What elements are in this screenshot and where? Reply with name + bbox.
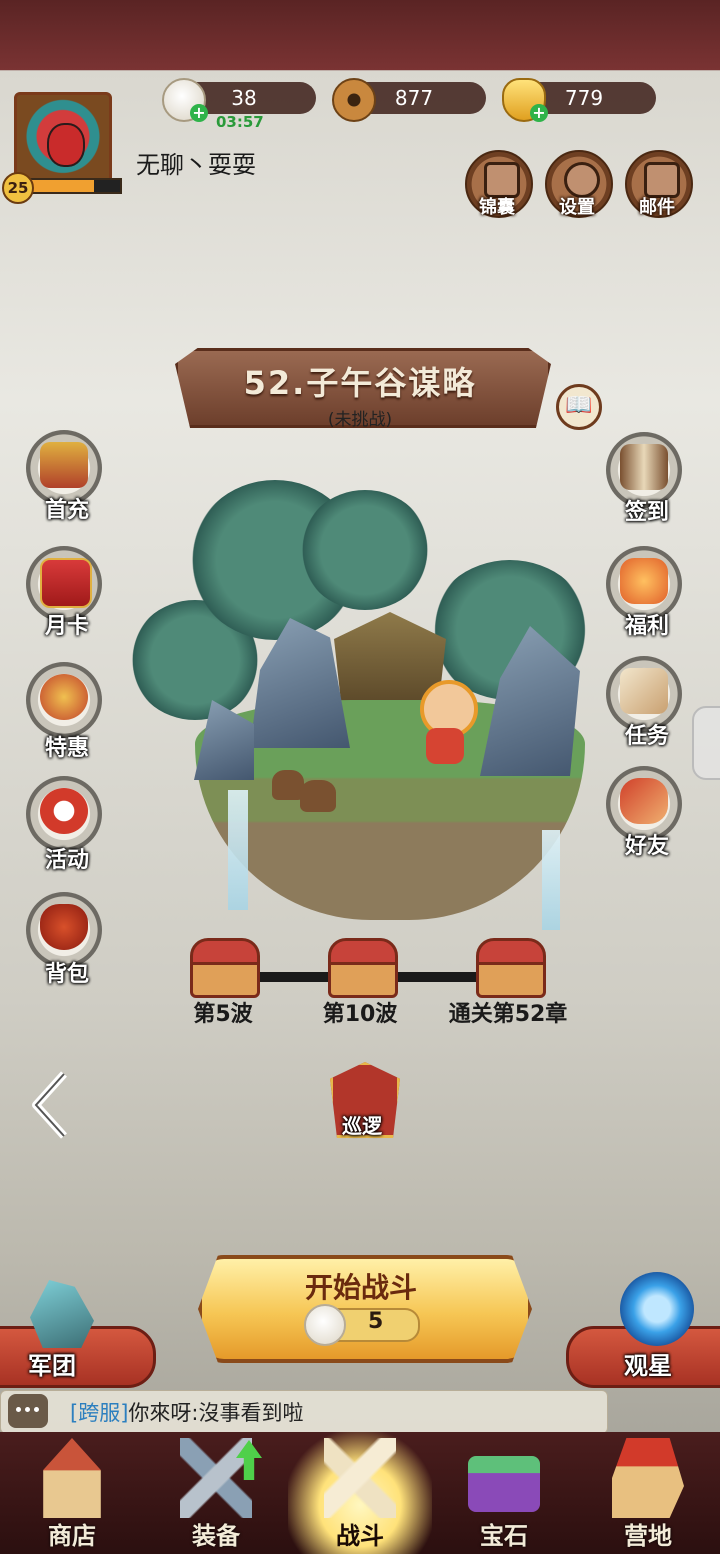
wave-5-label: 第5波 [193,1002,253,1027]
avatar-portrait [47,123,85,167]
nav-shop[interactable]: 商店 [0,1432,144,1554]
steamed-bun-icon [304,1304,346,1346]
hero-body [426,728,464,764]
add-stamina-icon[interactable]: + [190,104,208,122]
equipment-icon [180,1438,252,1518]
monthly-card-label: 月卡 [44,613,89,639]
welfare-label: 福利 [624,613,669,639]
previous-chapter-arrow-icon[interactable] [30,1070,70,1140]
wave-5-chest[interactable] [190,938,260,998]
nav-battle-label: 战斗 [336,1521,384,1550]
xp-bar-fill [28,180,95,192]
wave-10-label: 第10波 [322,1002,398,1027]
special-offer-label: 特惠 [44,735,89,761]
start-battle-label: 开始战斗 [304,1271,417,1304]
add-gold-icon[interactable]: + [530,104,548,122]
friends-label: 好友 [624,833,669,859]
events-button[interactable] [26,776,102,852]
waterfall [228,790,248,910]
nav-gems[interactable]: 宝石 [432,1432,576,1554]
chat-message: [跨服]你來呀:沒事看到啦 [70,1397,303,1427]
patrol-label: 巡逻 [342,1114,382,1138]
legion-label: 军团 [28,1351,76,1380]
stargazing-label: 观星 [624,1351,672,1380]
chapter-clear-label: 通关第52章 [448,1002,568,1027]
chat-channel: [跨服] [70,1401,129,1425]
hero-character[interactable] [414,680,478,768]
nav-shop-label: 商店 [48,1521,96,1550]
lantern-icon [620,558,668,604]
bamboo-tree [300,490,430,610]
treasure-chest-icon [40,442,88,488]
quill-paper-icon [620,668,668,714]
player-level-badge: 25 [2,172,34,204]
first-recharge-label: 首充 [44,497,89,523]
mail-label: 邮件 [639,197,675,218]
stage-status: (未挑战) [327,410,393,430]
stage-info-book-icon[interactable]: 📖 [556,384,602,430]
gold-value: 779 [564,86,604,110]
scroll-icon [620,444,668,490]
special-offer-button[interactable] [26,662,102,738]
top-bar [0,0,720,70]
gem-chest-icon [468,1456,540,1512]
nav-camp[interactable]: 营地 [576,1432,720,1554]
lantern-drum-icon [40,788,88,834]
stamina-value: 38 [231,86,257,110]
stage-title: 52.子午谷谋略 [243,364,477,402]
crystal-icon [30,1280,94,1348]
stamina-timer: 03:57 [216,113,264,131]
chapter-clear-chest[interactable] [476,938,546,998]
backpack-label: 背包 [44,961,89,987]
nav-equipment-label: 装备 [192,1521,240,1550]
handshake-icon [620,778,668,824]
chat-bubble-icon[interactable] [8,1394,48,1428]
battle-cost-value: 5 [368,1309,384,1334]
nav-camp-label: 营地 [624,1521,672,1550]
nav-gems-label: 宝石 [480,1521,528,1550]
wave-10-chest[interactable] [328,938,398,998]
coin-value: 877 [394,86,434,110]
shop-icon [43,1438,101,1518]
steamed-bun-icon: + [162,78,208,122]
side-drawer-tab[interactable] [692,706,720,780]
crossed-sabers-icon [324,1438,396,1518]
xp-bar [26,178,122,194]
gold-ingot-icon: + [502,78,548,122]
chat-text: 你來呀:沒事看到啦 [128,1401,304,1425]
star-orb-icon [620,1272,694,1346]
coin-bag-icon [40,674,88,720]
nav-equipment[interactable]: 装备 [144,1432,288,1554]
scroll-bag-label: 锦囊 [479,197,515,218]
camp-flag-icon [612,1438,684,1518]
player-name: 无聊丶耍耍 [136,151,256,179]
settings-label: 设置 [559,197,595,218]
horse-figure [300,780,336,812]
events-label: 活动 [44,847,89,873]
waterfall [542,830,560,930]
copper-coin-icon [332,78,376,122]
red-envelope-icon [40,558,92,608]
bag-icon [40,904,88,950]
sign-in-label: 签到 [624,499,669,525]
nav-battle[interactable]: 战斗 [288,1432,432,1554]
quests-label: 任务 [624,723,669,749]
